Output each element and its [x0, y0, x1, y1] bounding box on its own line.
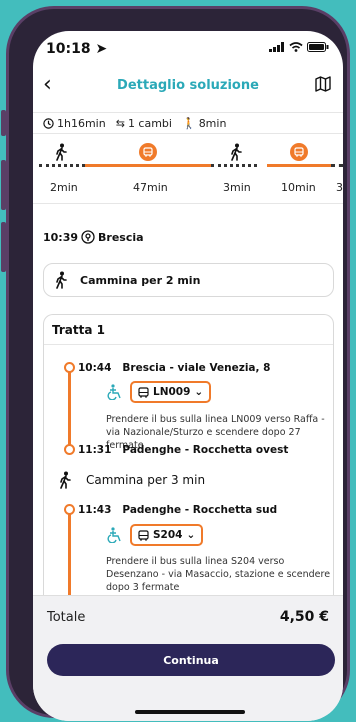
legs-timeline: 2min 47min 3min 10min 3	[33, 141, 343, 201]
walk-card[interactable]: Cammina per 2 min	[43, 263, 334, 297]
walk-icon	[60, 471, 71, 489]
stop-row: 10:44 Brescia - viale Venezia, 8	[78, 362, 271, 374]
bus-icon	[290, 143, 308, 161]
leg-duration: 3	[336, 181, 343, 194]
status-time: 10:18 ➤	[46, 41, 108, 57]
header: ‹ Dettaglio soluzione	[33, 73, 343, 101]
leg-duration: 2min	[50, 181, 78, 194]
phone-frame: 10:18 ➤ ‹ Dettaglio soluzione 1h16min ⇆ …	[6, 6, 350, 721]
walk-icon: 🚶	[181, 116, 196, 130]
bus-line-chip[interactable]: S204 ⌄	[130, 524, 204, 546]
changes-summary: ⇆ 1 cambi	[115, 116, 172, 130]
total-value: 4,50 €	[279, 609, 329, 625]
transfer-icon: ⇆	[115, 116, 125, 130]
battery-icon	[307, 42, 329, 52]
stop-dot	[64, 444, 75, 455]
tratta-title: Tratta 1	[44, 315, 333, 345]
signal-icon	[269, 42, 284, 52]
bus-leg-line	[85, 164, 211, 167]
leg-duration: 47min	[133, 181, 168, 194]
continue-button[interactable]: Continua	[47, 644, 335, 676]
system-icons	[269, 42, 329, 52]
map-button[interactable]	[315, 76, 331, 96]
bus-leg-line	[267, 164, 331, 167]
stop-row: 11:43 Padenghe - Rocchetta sud	[78, 504, 278, 516]
location-arrow-icon: ➤	[95, 41, 108, 57]
bus-line-row: LN009 ⌄	[106, 381, 212, 403]
location-pin-icon	[81, 230, 95, 244]
footer: Totale 4,50 € Continua	[33, 595, 343, 721]
chevron-down-icon: ⌄	[194, 386, 204, 398]
walk-icon	[229, 143, 243, 165]
trip-summary: 1h16min ⇆ 1 cambi 🚶 8min	[33, 112, 343, 134]
leg-duration: 10min	[281, 181, 316, 194]
clock-icon	[43, 117, 54, 129]
departure-row: 10:39 Brescia	[43, 230, 144, 244]
map-icon	[315, 76, 331, 92]
mid-walk-row: Cammina per 3 min	[58, 471, 205, 489]
stop-dot	[64, 504, 75, 515]
bus-icon	[138, 386, 149, 398]
tratta-card: Tratta 1 10:44 Brescia - viale Venezia, …	[43, 314, 334, 614]
page-title: Dettaglio soluzione	[117, 78, 259, 93]
accessibility-icon	[107, 527, 121, 543]
bus-icon	[138, 529, 149, 541]
bus-line-row: S204 ⌄	[106, 524, 204, 546]
route-line	[68, 367, 71, 449]
duration-summary: 1h16min	[43, 117, 106, 130]
total-label: Totale	[47, 610, 86, 625]
stop-row: 11:31 Padenghe - Rocchetta ovest	[78, 444, 289, 456]
walk-icon	[56, 271, 67, 289]
status-bar: 10:18 ➤	[33, 31, 343, 67]
walk-leg-line	[331, 164, 343, 167]
stop-dot	[64, 362, 75, 373]
walk-icon	[54, 143, 68, 165]
screen: 10:18 ➤ ‹ Dettaglio soluzione 1h16min ⇆ …	[33, 31, 343, 721]
bus-icon	[139, 143, 157, 161]
wifi-icon	[289, 42, 303, 52]
walk-summary: 🚶 8min	[181, 116, 227, 130]
instruction-text: Prendere il bus sulla linea S204 verso D…	[106, 556, 331, 593]
home-indicator	[135, 710, 245, 714]
leg-duration: 3min	[223, 181, 251, 194]
bus-line-chip[interactable]: LN009 ⌄	[130, 381, 212, 403]
divider	[33, 203, 343, 204]
accessibility-icon	[107, 384, 121, 400]
chevron-down-icon: ⌄	[186, 529, 196, 541]
